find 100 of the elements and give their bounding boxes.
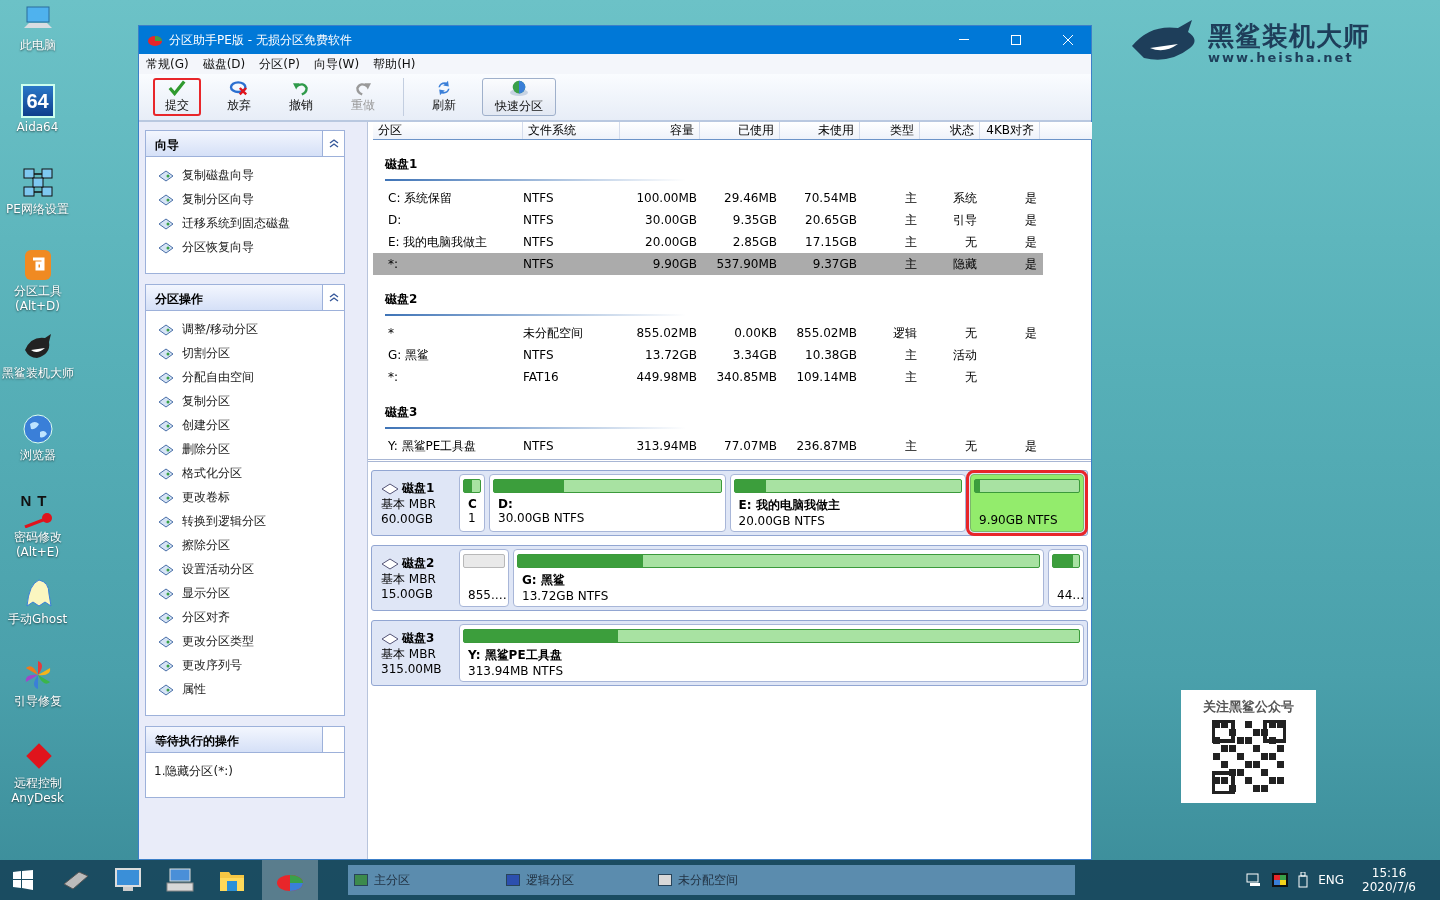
disk-name: 磁盘3 (402, 630, 435, 647)
partition-detail: 855.… (467, 588, 505, 602)
partition-block[interactable]: 855.… (459, 549, 509, 607)
action-link[interactable]: 转换到逻辑分区 (182, 512, 266, 530)
maximize-icon (1011, 35, 1021, 45)
toolbar-button[interactable]: 刷新 (420, 78, 468, 116)
action-link[interactable]: 设置活动分区 (182, 560, 254, 578)
table-cell-text: *: (387, 370, 400, 384)
table-row[interactable]: G: 黑鲨 NTFS 13.72GB 3.34GB 10.38GB 主 活动 (373, 344, 1043, 366)
table-cell-text: 是 (1024, 255, 1038, 273)
action-link[interactable]: 更改卷标 (182, 488, 230, 506)
clock-time[interactable]: 15:16 (1371, 866, 1407, 880)
table-row[interactable]: D: NTFS 30.00GB 9.35GB 20.65GB 主 引导 是 (373, 209, 1043, 231)
action-link[interactable]: 更改分区类型 (182, 632, 254, 650)
table-cell-text: 236.87MB (795, 439, 858, 453)
action-link[interactable]: 属性 (182, 680, 206, 698)
table-cell-text: 30.00GB (644, 213, 698, 227)
action-link[interactable]: 分区恢复向导 (182, 238, 254, 256)
toolbar-button[interactable]: 放弃 (215, 78, 263, 116)
action-link[interactable]: 复制分区向导 (182, 190, 254, 208)
action-link[interactable]: 擦除分区 (182, 536, 230, 554)
action-link[interactable]: 切割分区 (182, 344, 230, 362)
table-row[interactable]: C: 系统保留 NTFS 100.00MB 29.46MB 70.54MB 主 系统 是 (373, 187, 1043, 209)
action-link[interactable]: 复制分区 (182, 392, 230, 410)
table-cell-text: 0.00KB (733, 326, 778, 340)
table-cell-text: 855.02MB (635, 326, 698, 340)
action-link[interactable]: 删除分区 (182, 440, 230, 458)
table-cell-text: 17.15GB (804, 235, 858, 249)
action-link[interactable]: 复制磁盘向导 (182, 166, 254, 184)
panel-title: 分区操作 (146, 285, 322, 310)
keyboard-icon (165, 866, 195, 894)
table-cell-text: 未分配空间 (523, 324, 584, 342)
disk-size: 315.00MB (381, 662, 443, 677)
disk-type: 基本 MBR (381, 497, 437, 512)
action-link[interactable]: 分区对齐 (182, 608, 230, 626)
windows-icon (13, 870, 33, 890)
menu-item[interactable]: 分区(P) (254, 55, 309, 73)
table-cell-text: 340.85MB (715, 370, 778, 384)
column-header[interactable]: 类型 (860, 122, 920, 139)
table-cell-text: 无 (964, 437, 978, 455)
table-row[interactable]: *: FAT16 449.98MB 340.85MB 109.14MB 主 无 (373, 366, 1043, 388)
column-header[interactable]: 已使用 (700, 122, 780, 139)
table-row[interactable]: *: NTFS 9.90GB 537.90MB 9.37GB 主 隐藏 是 (373, 253, 1043, 275)
partition-block[interactable]: C 1 (459, 474, 485, 532)
column-header[interactable]: 状态 (920, 122, 980, 139)
table-row[interactable]: E: 我的电脑我做主 NTFS 20.00GB 2.85GB 17.15GB 主 无 是 (373, 231, 1043, 253)
toolbar-button[interactable]: 快速分区 (482, 78, 556, 116)
toolbar-button[interactable]: 提交 (153, 78, 201, 116)
table-cell-text: C: 系统保留 (387, 189, 454, 207)
brand-name: 黑鲨装机大师 (1208, 21, 1370, 50)
partition-block[interactable]: E: 我的电脑我做主 20.00GB NTFS (729, 474, 966, 532)
usb-icon[interactable] (1298, 872, 1309, 888)
table-cell-text: 引导 (952, 211, 978, 229)
network-icon[interactable] (1246, 873, 1263, 887)
partition-block[interactable]: D: 30.00GB NTFS (489, 474, 726, 532)
action-link[interactable]: 格式化分区 (182, 464, 242, 482)
action-link[interactable]: 迁移系统到固态磁盘 (182, 214, 290, 232)
close-icon (1063, 35, 1073, 45)
table-row[interactable]: * 未分配空间 855.02MB 0.00KB 855.02MB 逻辑 无 是 (373, 322, 1043, 344)
action-link[interactable]: 显示分区 (182, 584, 230, 602)
table-cell-text: 主 (904, 211, 918, 229)
table-cell-text: 9.90GB (651, 257, 698, 271)
column-header[interactable]: 容量 (620, 122, 700, 139)
partition-label: E: 我的电脑我做主 (737, 497, 841, 514)
chevron-up-icon (328, 139, 339, 148)
column-header[interactable]: 未使用 (780, 122, 860, 139)
table-cell-text: 9.35GB (731, 213, 778, 227)
menu-item[interactable]: 磁盘(D) (197, 55, 255, 73)
partition-block[interactable]: 44… (1048, 549, 1084, 607)
table-cell-text: 2.85GB (731, 235, 778, 249)
panel-title: 等待执行的操作 (146, 727, 322, 752)
table-cell-text: 主 (904, 346, 918, 364)
column-header[interactable]: 文件系统 (523, 122, 620, 139)
table-cell-text: 855.02MB (795, 326, 858, 340)
menu-item[interactable]: 向导(W) (308, 55, 369, 73)
clock-date[interactable]: 2020/7/6 (1362, 880, 1416, 894)
action-link[interactable]: 分配自由空间 (182, 368, 254, 386)
disk-type: 基本 MBR (381, 647, 437, 662)
partition-block[interactable]: G: 黑鲨 13.72GB NTFS (513, 549, 1044, 607)
menu-item[interactable]: 帮助(H) (368, 55, 425, 73)
table-cell-text: 无 (964, 368, 978, 386)
table-cell-text: 10.38GB (804, 348, 858, 362)
table-cell-text: 是 (1024, 233, 1038, 251)
table-cell-text: E: 我的电脑我做主 (387, 233, 489, 251)
language-indicator[interactable]: ENG (1318, 873, 1345, 887)
menu-item[interactable]: 常规(G) (141, 55, 198, 73)
partition-block[interactable]: Y: 黑鲨PE工具盘 313.94MB NTFS (459, 624, 1084, 682)
column-header[interactable]: 4KB对齐 (980, 122, 1040, 139)
disk-type: 基本 MBR (381, 572, 437, 587)
network-icon (20, 166, 55, 200)
disk-group-title: 磁盘3 (385, 404, 685, 429)
table-row[interactable]: Y: 黑鲨PE工具盘 NTFS 313.94MB 77.07MB 236.87MB 主 无 是 (373, 435, 1043, 457)
window-title: 分区助手PE版 - 无损分区免费软件 (169, 31, 353, 49)
toolbar-button[interactable]: 撤销 (277, 78, 325, 116)
display-icon[interactable] (1272, 873, 1289, 887)
column-header[interactable]: 分区 (373, 122, 523, 139)
action-link[interactable]: 更改序列号 (182, 656, 242, 674)
table-cell-text: NTFS (523, 213, 555, 227)
action-link[interactable]: 创建分区 (182, 416, 230, 434)
action-link[interactable]: 调整/移动分区 (182, 320, 259, 338)
